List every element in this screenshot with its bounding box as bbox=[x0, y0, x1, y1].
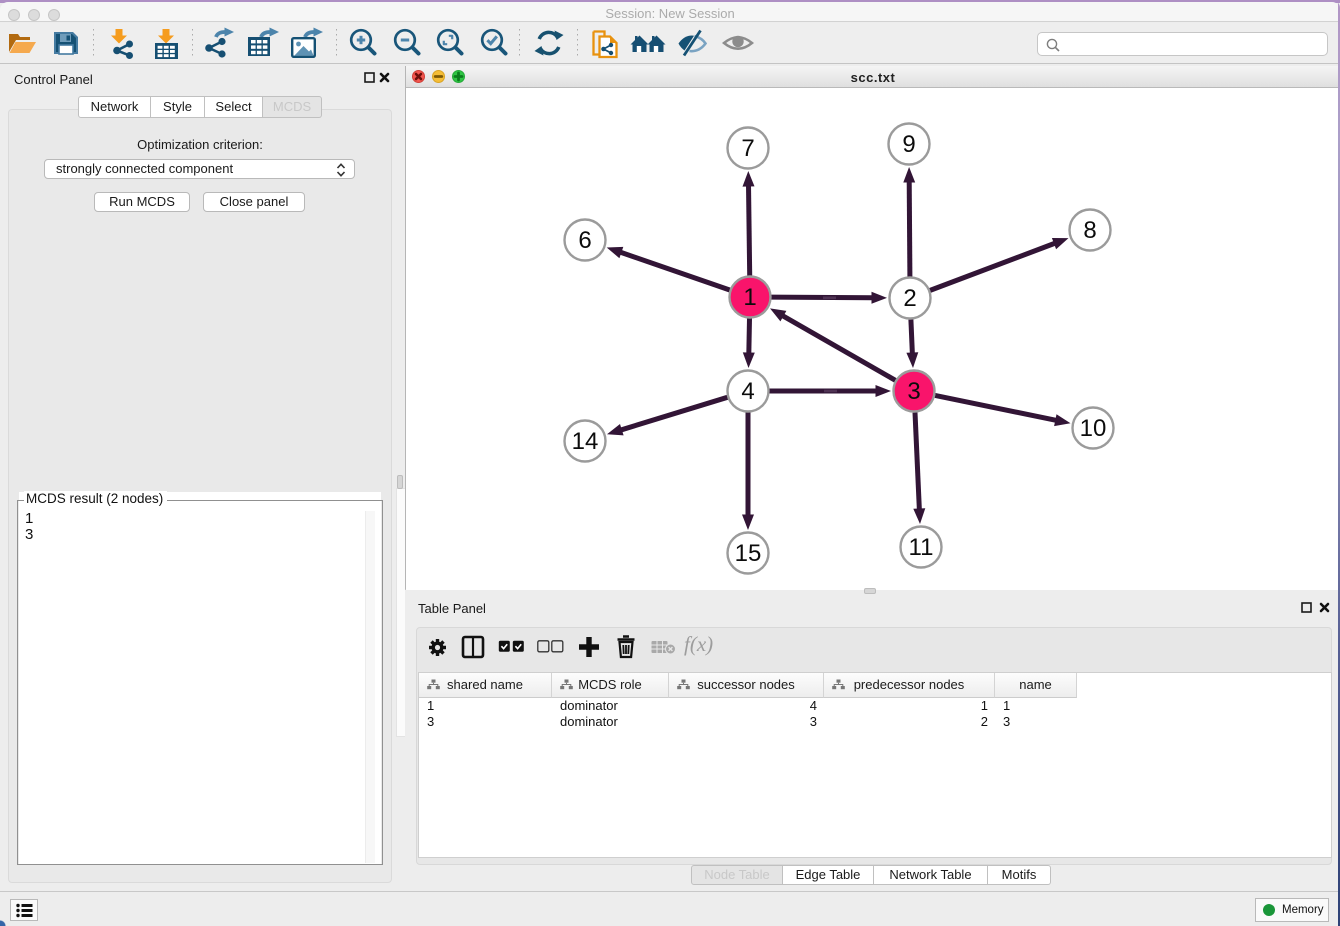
svg-text:11: 11 bbox=[909, 534, 934, 561]
svg-text:7: 7 bbox=[741, 135, 754, 162]
svg-text:8: 8 bbox=[1083, 217, 1096, 244]
svg-text:4: 4 bbox=[741, 378, 754, 405]
svg-text:1: 1 bbox=[743, 284, 756, 311]
svg-text:3: 3 bbox=[907, 378, 920, 405]
svg-text:10: 10 bbox=[1080, 415, 1107, 442]
svg-text:14: 14 bbox=[572, 428, 599, 455]
svg-text:15: 15 bbox=[735, 540, 762, 567]
svg-text:6: 6 bbox=[578, 227, 591, 254]
svg-text:2: 2 bbox=[903, 285, 916, 312]
svg-text:9: 9 bbox=[902, 131, 915, 158]
